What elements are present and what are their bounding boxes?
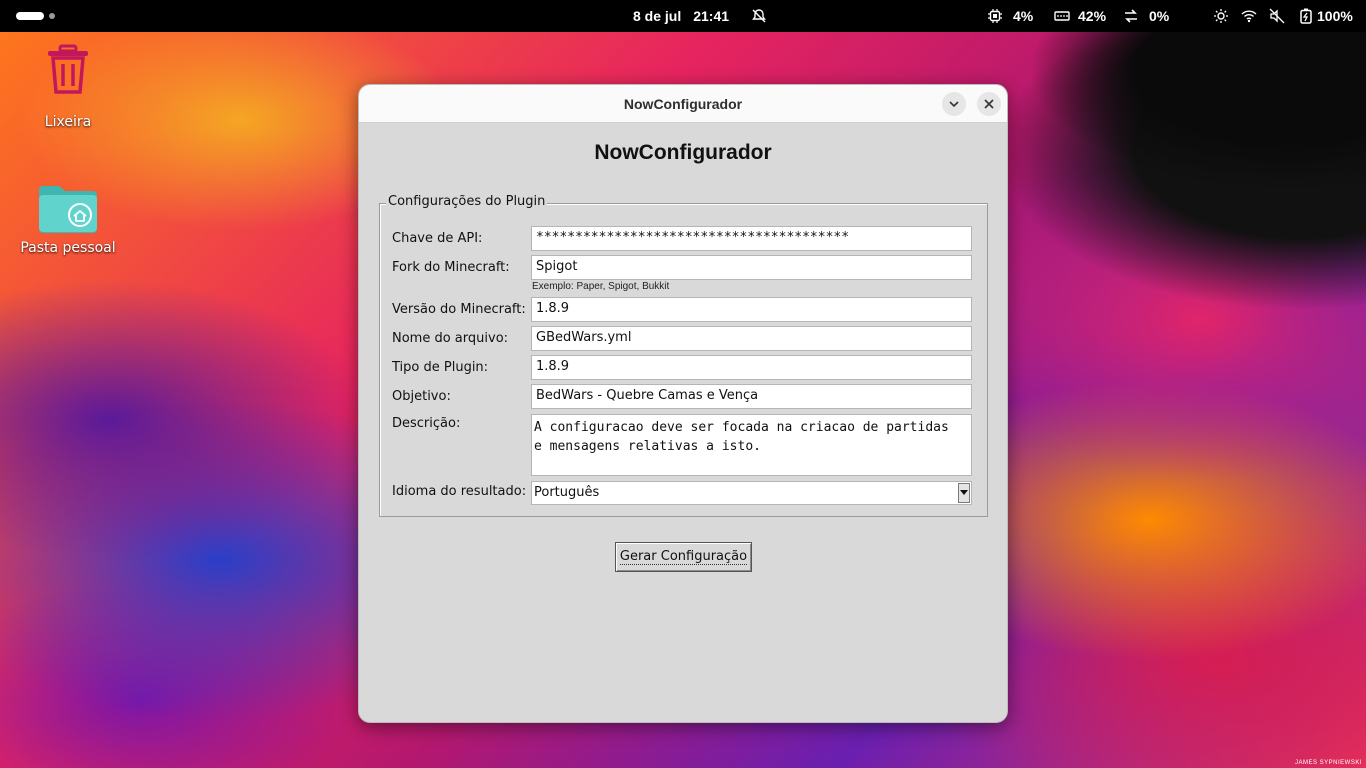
version-field[interactable]: 1.8.9: [531, 297, 972, 322]
page-title: NowConfigurador: [594, 141, 772, 164]
plugin-settings-group: Configurações do Plugin Chave de API: **…: [379, 194, 988, 517]
chevron-down-icon: [949, 101, 959, 108]
memory-indicator[interactable]: 42%: [1054, 0, 1106, 32]
cpu-value: 4%: [1013, 8, 1034, 24]
language-label: Idioma do resultado:: [392, 484, 527, 499]
home-folder-icon: [39, 186, 97, 233]
fork-field[interactable]: Spigot: [531, 255, 972, 280]
trash-icon: [48, 44, 88, 94]
language-select[interactable]: Português: [531, 481, 972, 505]
workspace-indicator[interactable]: [49, 13, 55, 19]
home-folder-label: Pasta pessoal: [20, 240, 116, 256]
desktop-home-folder[interactable]: Pasta pessoal: [14, 184, 122, 256]
plugin-type-label: Tipo de Plugin:: [392, 360, 489, 375]
battery-charging-icon: [1300, 8, 1312, 24]
time-text: 21:41: [693, 8, 730, 24]
volume-muted-icon[interactable]: [1269, 0, 1285, 32]
close-icon: [984, 99, 994, 109]
cpu-indicator[interactable]: 4%: [987, 0, 1033, 32]
memory-value: 42%: [1078, 8, 1107, 24]
cpu-icon: [988, 9, 1002, 23]
api-key-label: Chave de API:: [392, 231, 483, 246]
memory-icon: [1054, 11, 1070, 21]
api-key-field[interactable]: ****************************************: [531, 226, 972, 251]
network-value: 0%: [1149, 8, 1170, 24]
generate-config-label: Gerar Configuração: [619, 549, 748, 565]
window-title: NowConfigurador: [623, 96, 743, 112]
wallpaper-credit: JAMES SYPNIEWSKI: [1294, 760, 1362, 766]
plugin-type-field[interactable]: 1.8.9: [531, 355, 972, 380]
group-title: Configurações do Plugin: [386, 194, 548, 209]
generate-config-button[interactable]: Gerar Configuração: [615, 542, 752, 572]
date-text: 8 de jul: [633, 8, 682, 24]
fork-hint: Exemplo: Paper, Spigot, Bukkit: [532, 281, 670, 292]
battery-value: 100%: [1317, 8, 1353, 24]
description-label: Descrição:: [392, 416, 461, 431]
network-indicator[interactable]: 0%: [1123, 0, 1169, 32]
objective-label: Objetivo:: [392, 389, 451, 404]
battery-indicator[interactable]: 100%: [1298, 0, 1353, 32]
language-selected-value: Português: [534, 485, 600, 500]
objective-field[interactable]: BedWars - Quebre Camas e Vença: [531, 384, 972, 409]
minimize-button[interactable]: [942, 92, 966, 116]
close-button[interactable]: [977, 92, 1001, 116]
notifications-muted-icon[interactable]: [751, 0, 767, 32]
filename-label: Nome do arquivo:: [392, 331, 509, 346]
clock[interactable]: 8 de jul 21:41: [633, 0, 729, 32]
trash-label: Lixeira: [44, 114, 92, 130]
brightness-icon[interactable]: [1213, 0, 1229, 32]
dropdown-arrow-icon[interactable]: [958, 483, 970, 503]
filename-field[interactable]: GBedWars.yml: [531, 326, 972, 351]
window-titlebar[interactable]: NowConfigurador: [359, 85, 1007, 123]
version-label: Versão do Minecraft:: [392, 302, 526, 317]
app-window: NowConfigurador NowConfigurador Configur…: [358, 84, 1008, 723]
fork-label: Fork do Minecraft:: [392, 260, 510, 275]
workspace-indicator-active[interactable]: [16, 12, 44, 20]
wifi-icon[interactable]: [1241, 0, 1257, 32]
top-bar: 8 de jul 21:41 4% 42% 0% 100%: [0, 0, 1366, 32]
network-transfer-icon: [1125, 9, 1137, 23]
desktop-trash[interactable]: Lixeira: [26, 44, 110, 130]
description-textarea[interactable]: A configuracao deve ser focada na criaca…: [531, 414, 972, 476]
